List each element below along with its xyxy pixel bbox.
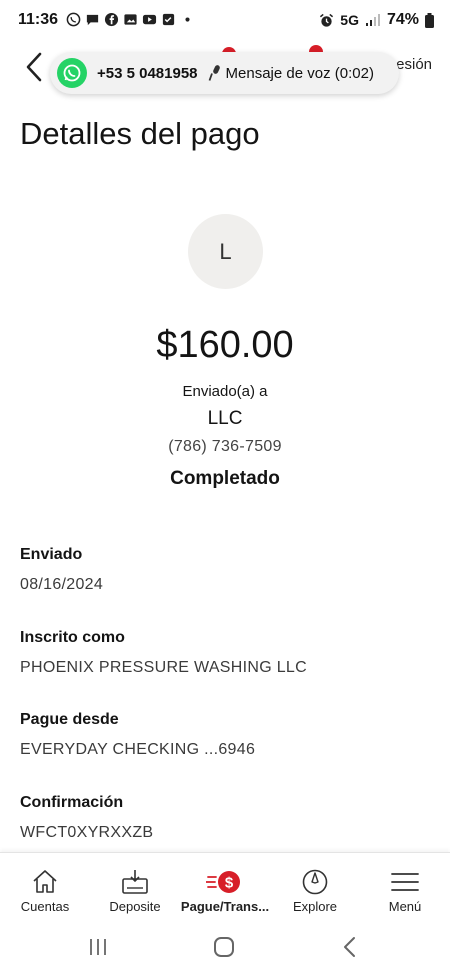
svg-text:$: $ — [225, 875, 234, 892]
nav-label: Explore — [292, 899, 338, 914]
detail-label-sent: Enviado — [20, 546, 83, 563]
bottom-nav: Cuentas Deposite $ Pague/Trans... Explor… — [0, 852, 450, 919]
detail-value-pay-from: EVERYDAY CHECKING ...6946 — [20, 741, 256, 758]
menu-icon — [391, 873, 419, 891]
checklist-icon — [162, 13, 175, 26]
detail-value-confirmation: WFCT0XYRXXZB — [20, 824, 154, 841]
detail-value-sent: 08/16/2024 — [20, 576, 104, 593]
system-nav-bar — [0, 918, 450, 976]
detail-label-confirmation: Confirmación — [20, 794, 124, 811]
recent-apps-icon[interactable] — [86, 936, 110, 958]
battery-percent: 74% — [386, 11, 419, 28]
nav-label: Deposite — [109, 899, 161, 914]
nav-label: Pague/Trans... — [180, 899, 270, 914]
detail-label-enrolled: Inscrito como — [20, 629, 125, 646]
battery-icon — [425, 12, 434, 28]
whatsapp-logo-icon — [57, 58, 87, 88]
alarm-icon — [320, 13, 334, 27]
back-button-icon[interactable] — [338, 936, 362, 958]
chat-icon — [86, 14, 99, 26]
nav-label: Cuentas — [20, 899, 70, 914]
payment-amount: $160.00 — [156, 324, 294, 366]
nav-explore[interactable]: Explore — [270, 853, 360, 919]
whatsapp-icon — [66, 12, 81, 27]
caller-number: +53 5 0481958 — [97, 64, 198, 82]
status-bar: 11:36 5G 74% — [0, 0, 450, 42]
facebook-icon — [104, 12, 119, 27]
nav-pay-transfer[interactable]: $ Pague/Trans... — [180, 853, 270, 919]
nav-label: Menú — [388, 899, 422, 914]
home-button-icon[interactable] — [212, 936, 236, 958]
network-type: 5G — [340, 12, 359, 28]
microphone-icon — [208, 65, 220, 81]
pay-transfer-icon: $ — [206, 871, 240, 893]
more-notifications-icon — [185, 17, 190, 22]
sign-out-link[interactable]: esión — [396, 56, 432, 73]
status-time: 11:36 — [18, 11, 59, 28]
notification-icons — [66, 12, 195, 27]
youtube-icon — [142, 14, 157, 25]
nav-menu[interactable]: Menú — [360, 853, 450, 919]
deposit-icon — [122, 870, 148, 894]
status-right: 5G 74% — [319, 11, 434, 29]
recipient-name: LLC — [207, 408, 243, 429]
voice-message-label: Mensaje de voz (0:02) — [225, 64, 374, 82]
signal-icon — [365, 14, 380, 26]
nav-deposit[interactable]: Deposite — [90, 853, 180, 919]
compass-icon — [302, 869, 328, 895]
whatsapp-call-bubble[interactable]: +53 5 0481958 Mensaje de voz (0:02) — [50, 52, 399, 94]
detail-value-enrolled: PHOENIX PRESSURE WASHING LLC — [20, 659, 307, 676]
detail-label-pay-from: Pague desde — [20, 711, 119, 728]
home-icon — [33, 870, 57, 893]
avatar: L — [188, 214, 263, 289]
payment-status: Completado — [170, 468, 280, 489]
nav-accounts[interactable]: Cuentas — [0, 853, 90, 919]
avatar-letter: L — [219, 238, 232, 264]
gallery-icon — [124, 14, 137, 25]
back-arrow-icon[interactable] — [22, 50, 48, 84]
recipient-phone: (786) 736-7509 — [168, 438, 282, 455]
sent-to-label: Enviado(a) a — [182, 383, 268, 400]
page-title: Detalles del pago — [20, 116, 260, 151]
